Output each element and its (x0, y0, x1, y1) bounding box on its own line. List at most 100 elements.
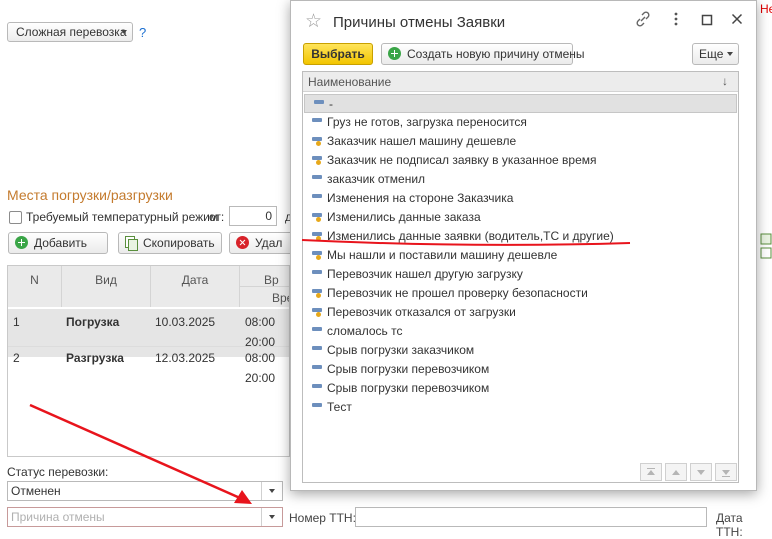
ttn-input[interactable] (355, 507, 707, 527)
delete-button-label: Удал (255, 236, 283, 250)
row-number: 1 (13, 315, 20, 329)
maximize-icon[interactable] (701, 11, 713, 27)
reference-item-icon (312, 194, 322, 198)
delete-icon (236, 236, 249, 249)
list-item-label: Заказчик нашел машину дешевле (327, 134, 517, 148)
list-item[interactable]: - (304, 94, 737, 113)
plus-icon (15, 236, 28, 249)
sort-indicator[interactable]: ↓ (722, 74, 728, 88)
list-item[interactable]: Перевозчик не прошел проверку безопаснос… (303, 284, 738, 303)
help-icon[interactable]: ? (139, 25, 146, 40)
list-item[interactable]: Изменения на стороне Заказчика (303, 189, 738, 208)
column-header-date[interactable]: Дата (151, 266, 240, 307)
dialog-title: Причины отмены Заявки (333, 14, 506, 31)
transport-type-dropdown[interactable]: Сложная перевозка (7, 22, 133, 42)
list-item[interactable]: Заказчик не подписал заявку в указанное … (303, 151, 738, 170)
list-item[interactable]: Срыв погрузки заказчиком (303, 341, 738, 360)
column-header-time-sub[interactable]: Врем (240, 286, 289, 307)
corner-status-text: Не (760, 2, 772, 16)
reference-item-marked-icon (312, 308, 322, 317)
list-item-label: Тест (327, 400, 352, 414)
reference-item-icon (312, 384, 322, 388)
chevron-down-icon[interactable] (261, 508, 282, 526)
reasons-list: Наименование ↓ - Груз не готов, загрузка … (302, 71, 739, 483)
list-item-label: Срыв погрузки перевозчиком (327, 362, 490, 376)
plus-icon (388, 47, 401, 60)
reference-item-icon (312, 403, 322, 407)
list-item[interactable]: заказчик отменил (303, 170, 738, 189)
list-item-label: Срыв погрузки заказчиком (327, 343, 475, 357)
copy-button[interactable]: Скопировать (118, 232, 222, 254)
column-header-type[interactable]: Вид (62, 266, 151, 307)
list-item[interactable]: Изменились данные заказа (303, 208, 738, 227)
list-item[interactable]: Заказчик нашел машину дешевле (303, 132, 738, 151)
ttn-date-label: Дата ТТН: (716, 511, 743, 539)
cancel-reason-select[interactable]: Причина отмены (7, 507, 283, 527)
list-item[interactable]: сломалось тс (303, 322, 738, 341)
list-item[interactable]: Перевозчик нашел другую загрузку (303, 265, 738, 284)
create-reason-label: Создать новую причину отмены (407, 47, 585, 61)
row-time-to: 20:00 (245, 371, 276, 385)
temp-from-input[interactable]: 0 (229, 206, 277, 226)
scroll-first-button[interactable] (640, 463, 662, 481)
list-item[interactable]: Перевозчик отказался от загрузки (303, 303, 738, 322)
column-header-name[interactable]: Наименование ↓ (303, 72, 738, 92)
more-button-label: Еще (699, 47, 724, 61)
reference-item-icon (312, 346, 322, 350)
list-item[interactable]: Срыв погрузки перевозчиком (303, 379, 738, 398)
list-item-label: Мы нашли и поставили машину дешевле (327, 248, 558, 262)
chevron-down-icon (121, 30, 127, 34)
link-icon[interactable] (635, 11, 651, 27)
add-button-label: Добавить (34, 236, 88, 250)
reference-item-marked-icon (312, 137, 322, 146)
reference-item-marked-icon (312, 232, 322, 241)
reference-item-marked-icon (312, 289, 322, 298)
list-item[interactable]: Срыв погрузки перевозчиком (303, 360, 738, 379)
list-item-label: Заказчик не подписал заявку в указанное … (327, 153, 597, 167)
section-title: Места погрузки/разгрузки (7, 187, 173, 203)
reference-item-marked-icon (312, 156, 322, 165)
list-item-label: Перевозчик нашел другую загрузку (327, 267, 523, 281)
scroll-down-button[interactable] (690, 463, 712, 481)
list-item[interactable]: Мы нашли и поставили машину дешевле (303, 246, 738, 265)
column-header-n[interactable]: N (8, 266, 62, 307)
transport-type-label: Сложная перевозка (16, 25, 127, 39)
chevron-down-icon[interactable] (261, 482, 282, 500)
reference-item-icon (312, 365, 322, 369)
list-item[interactable]: Изменились данные заявки (водитель,ТС и … (303, 227, 738, 246)
choose-button[interactable]: Выбрать (303, 43, 373, 65)
close-icon[interactable] (731, 11, 743, 27)
row-time-from: 08:00 (245, 351, 276, 365)
more-button[interactable]: Еще (692, 43, 739, 65)
scroll-up-button[interactable] (665, 463, 687, 481)
list-item-label: Изменились данные заявки (водитель,ТС и … (327, 229, 614, 243)
ttn-label: Номер ТТН: (289, 511, 356, 525)
list-item-label: заказчик отменил (327, 172, 426, 186)
star-icon[interactable]: ☆ (305, 10, 322, 33)
list-item-label: сломалось тс (327, 324, 403, 338)
copy-button-label: Скопировать (143, 236, 215, 250)
delete-button[interactable]: Удал (229, 232, 299, 254)
list-item-label: - (329, 97, 333, 111)
reference-item-icon (312, 175, 322, 179)
list-item-label: Изменились данные заказа (327, 210, 481, 224)
create-reason-button[interactable]: Создать новую причину отмены (381, 43, 585, 65)
points-table: N Вид Дата Вр Врем 1 Погрузка 10.03.2025… (7, 265, 290, 457)
cancel-reason-placeholder: Причина отмены (11, 510, 105, 524)
reference-item-icon (314, 100, 324, 104)
table-row[interactable]: 2 Разгрузка 12.03.2025 08:00 20:00 (8, 346, 289, 395)
list-item-label: Изменения на стороне Заказчика (327, 191, 514, 205)
temp-regime-checkbox[interactable] (9, 211, 22, 224)
add-button[interactable]: Добавить (8, 232, 108, 254)
chevron-down-icon (727, 52, 733, 56)
list-item[interactable]: Тест (303, 398, 738, 417)
list-item[interactable]: Груз не готов, загрузка переносится (303, 113, 738, 132)
more-vertical-icon[interactable] (673, 11, 679, 27)
partial-icons (760, 233, 772, 259)
copy-icon (125, 236, 138, 251)
temp-from-label: от: (209, 210, 225, 224)
scroll-last-button[interactable] (715, 463, 737, 481)
reference-item-icon (312, 118, 322, 122)
reference-item-marked-icon (312, 213, 322, 222)
status-select[interactable]: Отменен (7, 481, 283, 501)
